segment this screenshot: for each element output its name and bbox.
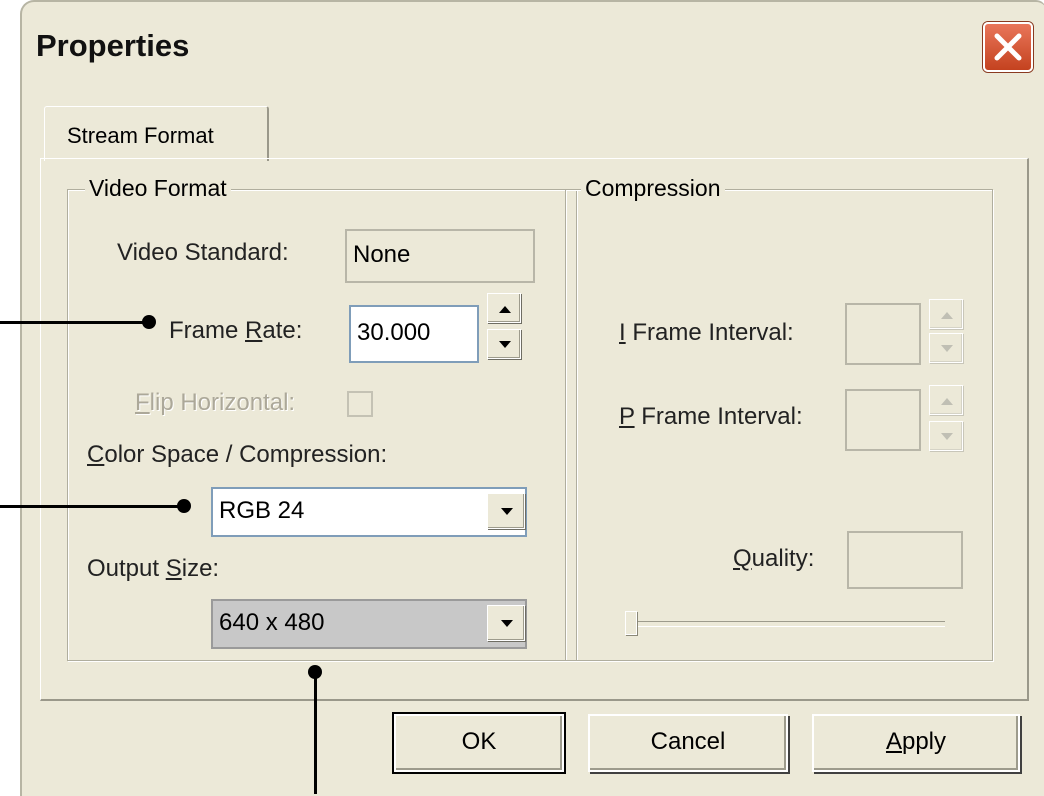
color-space-label: Color Space / Compression: <box>87 441 388 468</box>
chevron-down-icon <box>501 620 513 627</box>
title-bar[interactable]: Properties <box>22 2 1044 92</box>
video-format-legend: Video Format <box>85 175 231 202</box>
compression-legend: Compression <box>581 175 725 202</box>
i-frame-up-button[interactable] <box>929 299 963 329</box>
tab-stream-format[interactable]: Stream Format <box>44 106 269 161</box>
arrow-up-icon <box>941 312 953 319</box>
properties-dialog: Properties Stream Format Video Format Vi… <box>20 0 1044 796</box>
close-button[interactable] <box>983 22 1033 72</box>
callout-line-frame-rate <box>0 321 148 324</box>
cancel-button[interactable]: Cancel <box>588 714 788 772</box>
quality-field <box>847 531 963 589</box>
output-size-label: Output Size: <box>87 555 220 582</box>
callout-dot-frame-rate <box>142 315 156 329</box>
frame-rate-input[interactable]: 30.000 <box>349 305 479 363</box>
p-frame-interval-label: P Frame Interval: <box>619 403 803 430</box>
i-frame-interval-field <box>845 303 921 365</box>
flip-horizontal-label: Flip Horizontal: <box>135 389 296 416</box>
quality-slider-thumb[interactable] <box>625 611 637 635</box>
frame-rate-label: Frame Rate: <box>169 317 303 344</box>
callout-dot-color-space <box>177 499 191 513</box>
tab-label: Stream Format <box>67 123 214 148</box>
output-size-value: 640 x 480 <box>219 609 325 636</box>
ok-button[interactable]: OK <box>392 712 566 774</box>
arrow-up-icon <box>499 306 511 313</box>
quality-label: Quality: <box>733 545 815 572</box>
callout-dot-output-size <box>308 665 322 679</box>
arrow-up-icon <box>941 398 953 405</box>
output-size-dropdown-button[interactable] <box>487 605 525 641</box>
p-frame-up-button[interactable] <box>929 385 963 415</box>
output-size-select[interactable]: 640 x 480 <box>211 599 527 649</box>
callout-line-output-size <box>314 672 317 794</box>
dialog-title: Properties <box>36 28 190 63</box>
color-space-value: RGB 24 <box>219 497 305 524</box>
color-space-dropdown-button[interactable] <box>487 493 525 529</box>
apply-button[interactable]: Apply <box>812 714 1020 772</box>
p-frame-down-button[interactable] <box>929 421 963 451</box>
flip-horizontal-checkbox[interactable] <box>347 391 373 417</box>
p-frame-interval-field <box>845 389 921 451</box>
quality-slider-track[interactable] <box>625 621 945 627</box>
video-standard-field: None <box>345 229 535 283</box>
frame-rate-down-button[interactable] <box>487 329 521 359</box>
frame-rate-up-button[interactable] <box>487 293 521 323</box>
i-frame-interval-label: I Frame Interval: <box>619 319 794 346</box>
color-space-select[interactable]: RGB 24 <box>211 487 527 537</box>
i-frame-down-button[interactable] <box>929 333 963 363</box>
arrow-down-icon <box>941 345 953 352</box>
tab-panel: Video Format Video Standard: None Frame … <box>40 158 1029 701</box>
close-icon <box>994 33 1022 61</box>
chevron-down-icon <box>501 508 513 515</box>
callout-line-color-space <box>0 505 184 508</box>
arrow-down-icon <box>941 433 953 440</box>
arrow-down-icon <box>499 341 511 348</box>
video-standard-label: Video Standard: <box>117 239 289 266</box>
